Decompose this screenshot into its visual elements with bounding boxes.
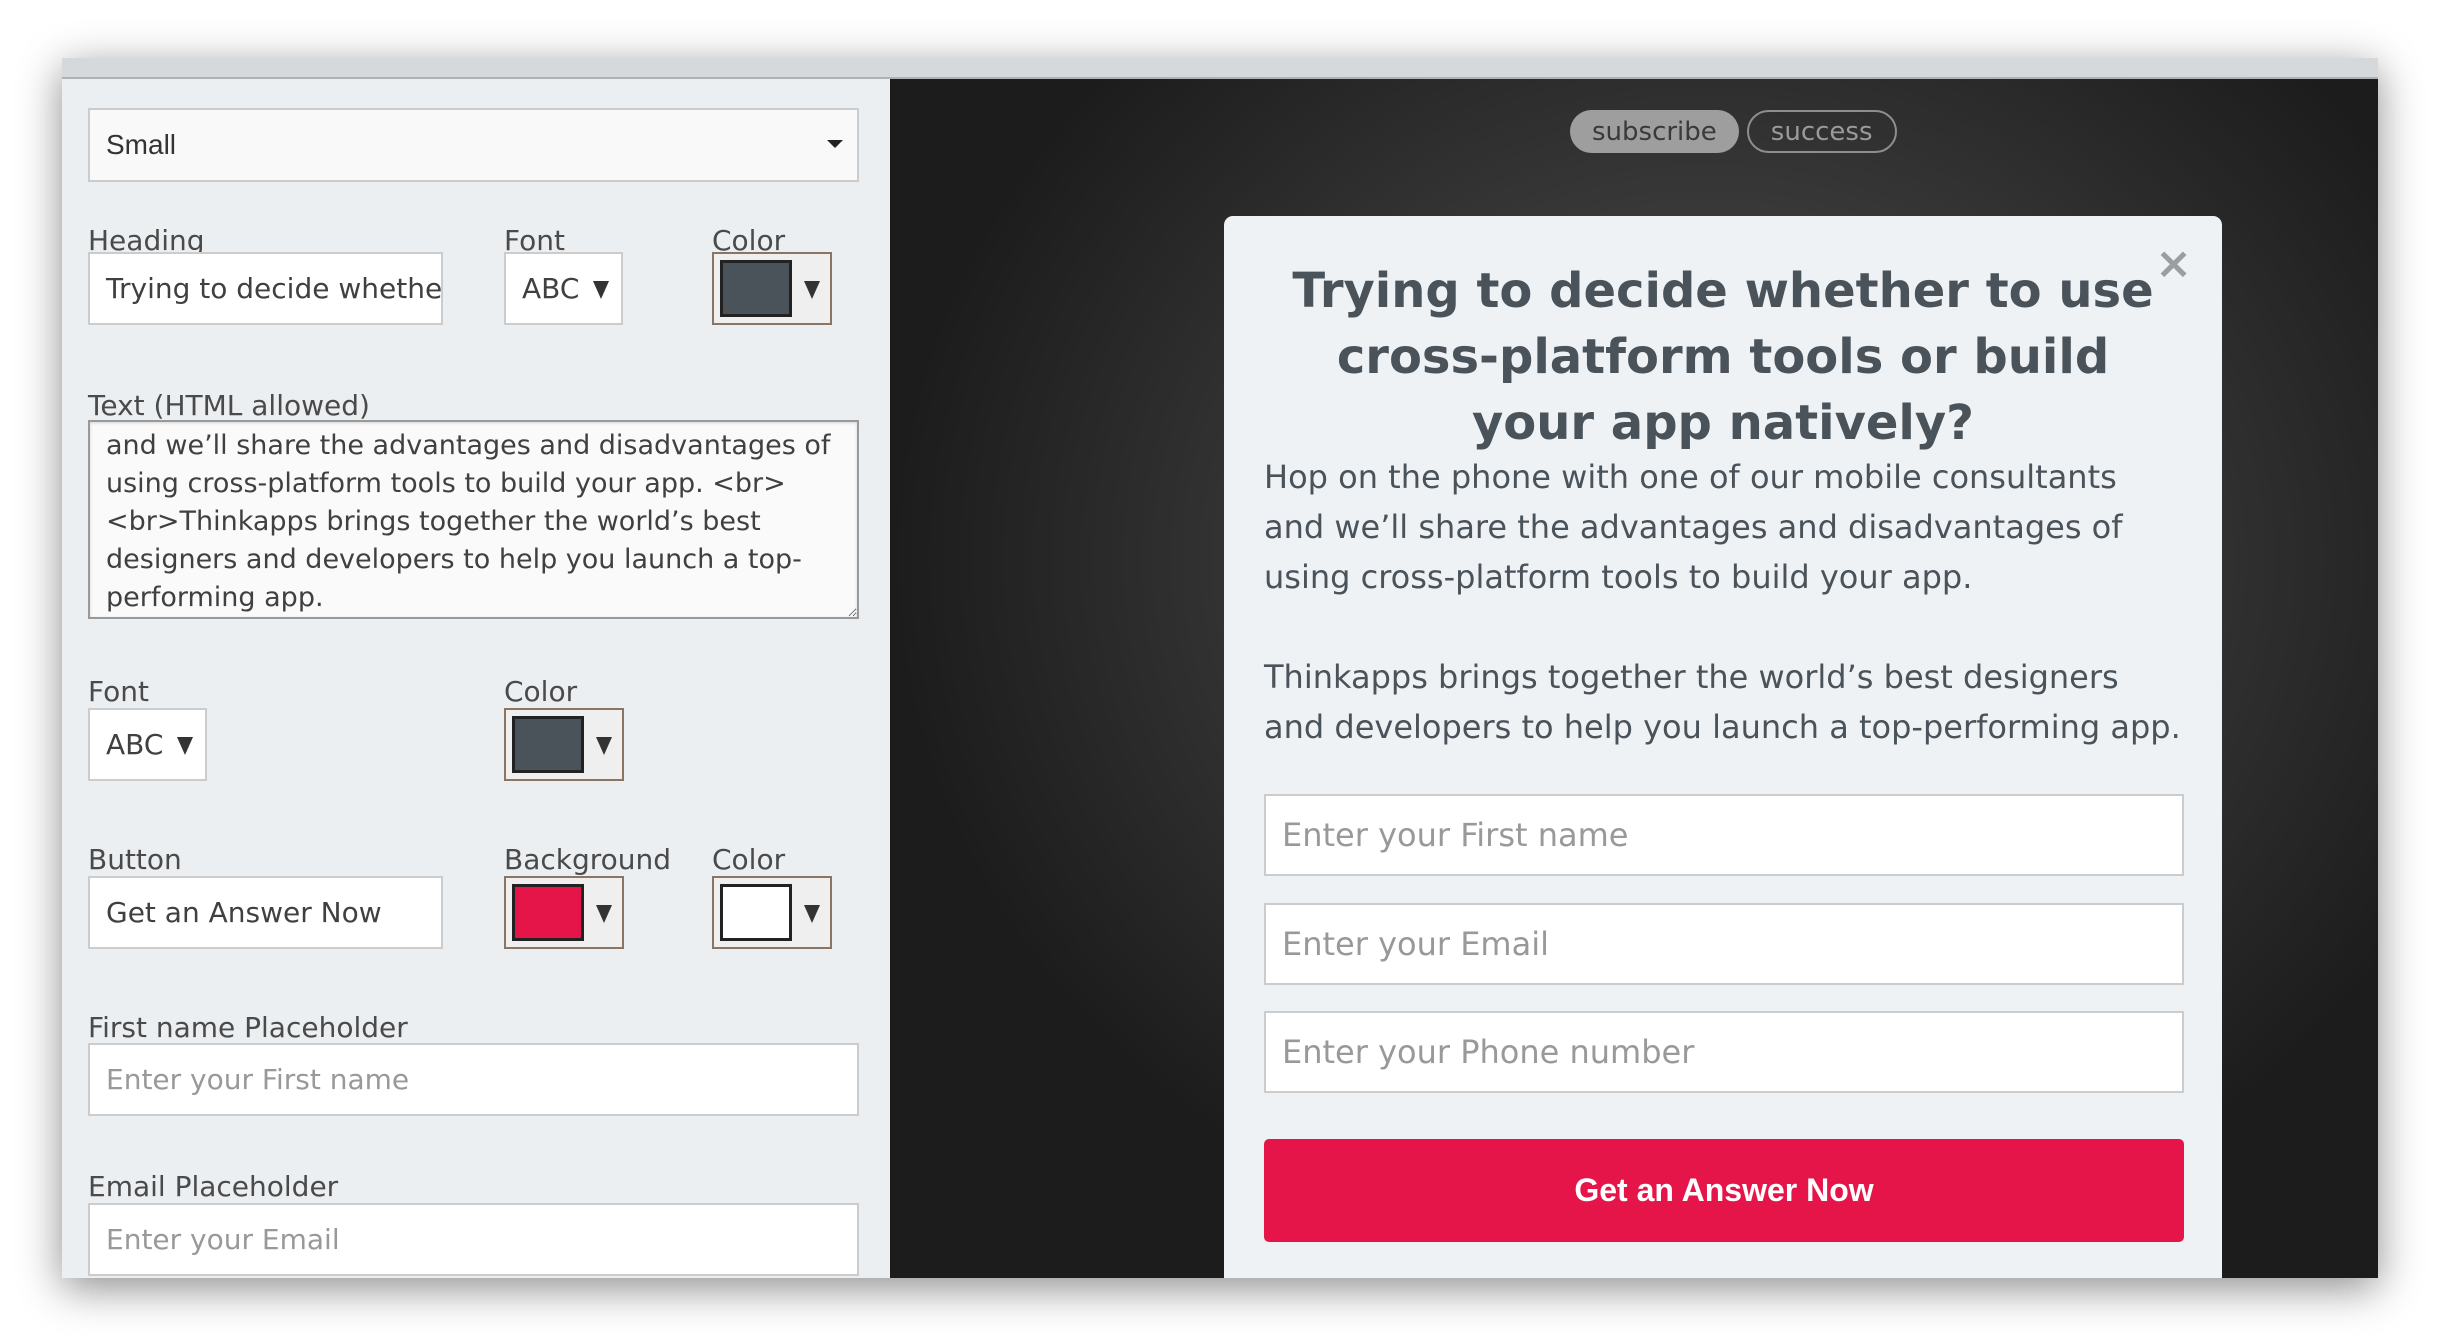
editor-window: Small Heading Font Color Trying to decid… [62, 58, 2378, 1278]
text-font-value: ABC [106, 728, 164, 761]
first-name-placeholder-label: First name Placeholder [88, 1011, 408, 1044]
popup-heading: Trying to decide whether to use cross-pl… [1292, 263, 2154, 451]
preview-panel: subscribe success × Trying to decide whe… [890, 79, 2378, 1278]
settings-panel: Small Heading Font Color Trying to decid… [62, 79, 890, 1278]
size-select-value: Small [106, 129, 177, 160]
text-font-select[interactable]: ABC [88, 708, 207, 781]
text-color-swatch [512, 716, 584, 773]
popup-paragraph: Hop on the phone with one of our mobile … [1264, 458, 2123, 596]
chevron-down-icon [827, 140, 843, 148]
heading-color-swatch [720, 260, 792, 317]
heading-font-value: ABC [522, 272, 580, 305]
email-input[interactable]: Enter your Email [1264, 903, 2184, 985]
text-color-label: Color [504, 675, 578, 708]
heading-font-select[interactable]: ABC [504, 252, 623, 325]
size-select[interactable]: Small [88, 108, 859, 182]
window-title-bar [62, 58, 2378, 79]
button-color-picker[interactable] [712, 876, 832, 949]
button-background-label: Background [504, 843, 672, 876]
caret-down-icon [177, 737, 193, 755]
first-name-input[interactable]: Enter your First name [1264, 794, 2184, 876]
button-color-label: Color [712, 843, 786, 876]
caret-down-icon [593, 281, 609, 299]
email-placeholder-label: Email Placeholder [88, 1170, 339, 1203]
submit-button[interactable]: Get an Answer Now [1264, 1139, 2184, 1242]
popup-body: Hop on the phone with one of our mobile … [1264, 452, 2182, 802]
caret-down-icon [804, 281, 820, 299]
text-color-picker[interactable] [504, 708, 624, 781]
button-text-input[interactable]: Get an Answer Now [88, 876, 443, 949]
phone-input[interactable]: Enter your Phone number [1264, 1011, 2184, 1093]
first-name-placeholder-input[interactable]: Enter your First name [88, 1043, 859, 1116]
tab-success[interactable]: success [1746, 110, 1897, 153]
preview-tabs: subscribe success [1570, 110, 1897, 153]
tab-subscribe[interactable]: subscribe [1570, 110, 1739, 153]
popup-preview: × Trying to decide whether to use cross-… [1224, 216, 2222, 1278]
button-color-swatch [720, 884, 792, 941]
heading-color-picker[interactable] [712, 252, 832, 325]
popup-paragraph: Thinkapps brings together the world’s be… [1264, 658, 2181, 746]
heading-input[interactable]: Trying to decide whether to use cross-pl… [88, 252, 443, 325]
button-background-picker[interactable] [504, 876, 624, 949]
text-textarea[interactable] [88, 420, 859, 619]
button-label: Button [88, 843, 182, 876]
email-placeholder-input[interactable]: Enter your Email [88, 1203, 859, 1276]
caret-down-icon [596, 737, 612, 755]
text-label: Text (HTML allowed) [88, 389, 370, 422]
caret-down-icon [804, 905, 820, 923]
text-font-label: Font [88, 675, 149, 708]
caret-down-icon [596, 905, 612, 923]
button-background-swatch [512, 884, 584, 941]
